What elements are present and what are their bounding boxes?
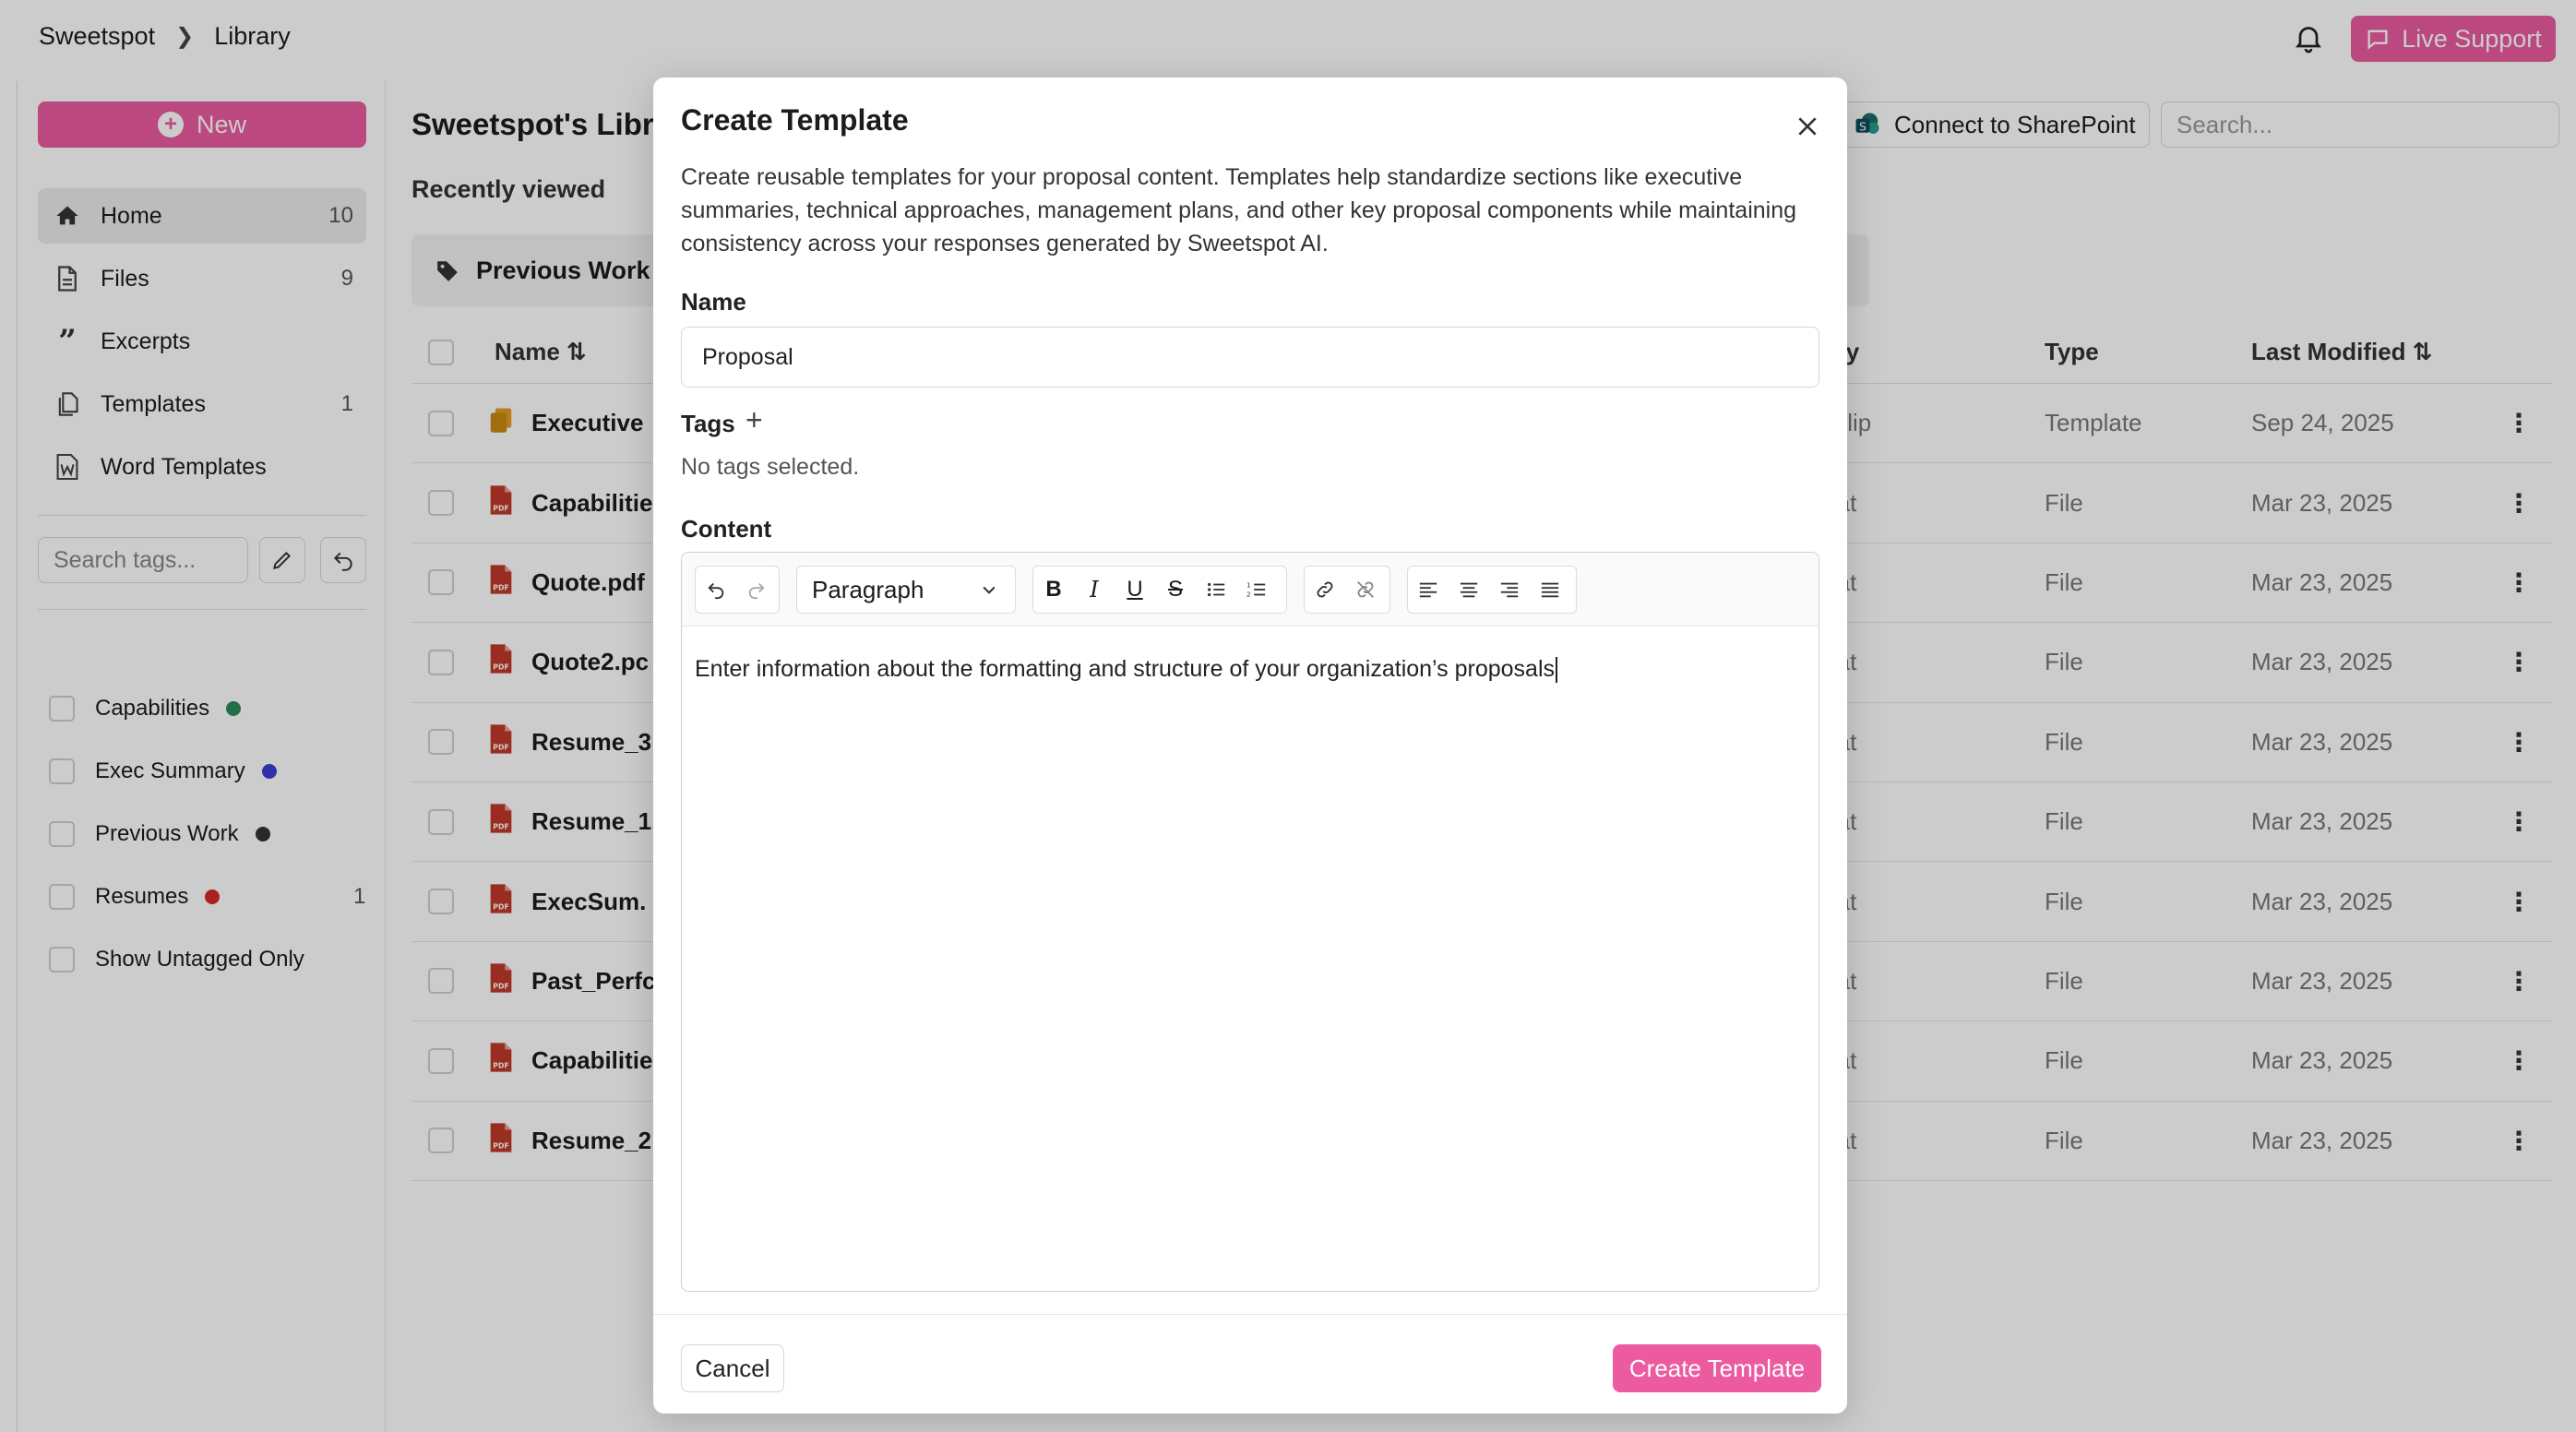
unlink-icon[interactable] xyxy=(1345,567,1386,612)
create-template-dialog: Create Template Create reusable template… xyxy=(653,78,1847,1414)
italic-icon[interactable]: I xyxy=(1074,567,1115,612)
editor-toolbar: Paragraph B I U S 12 xyxy=(682,553,1819,626)
link-group xyxy=(1304,566,1390,614)
create-template-button[interactable]: Create Template xyxy=(1613,1344,1821,1392)
align-left-icon[interactable] xyxy=(1408,567,1449,612)
numbered-list-icon[interactable]: 12 xyxy=(1236,567,1277,612)
underline-icon[interactable]: U xyxy=(1115,567,1155,612)
editor-content-text: Enter information about the formatting a… xyxy=(695,656,1556,682)
history-group xyxy=(695,566,780,614)
name-field[interactable] xyxy=(681,327,1819,388)
text-caret xyxy=(1556,657,1558,684)
cancel-button[interactable]: Cancel xyxy=(681,1344,784,1392)
add-tag-icon[interactable]: + xyxy=(745,405,763,435)
strikethrough-icon[interactable]: S xyxy=(1155,567,1196,612)
redo-icon[interactable] xyxy=(736,567,777,612)
bold-icon[interactable]: B xyxy=(1033,567,1074,612)
undo-icon[interactable] xyxy=(696,567,736,612)
dialog-description: Create reusable templates for your propo… xyxy=(681,164,1797,257)
svg-text:1: 1 xyxy=(1246,580,1251,589)
align-center-icon[interactable] xyxy=(1449,567,1489,612)
close-icon[interactable] xyxy=(1792,111,1823,142)
dialog-footer: Cancel Create Template xyxy=(653,1314,1847,1414)
dialog-title: Create Template xyxy=(681,103,909,137)
align-group xyxy=(1407,566,1577,614)
svg-text:2: 2 xyxy=(1246,590,1251,598)
name-label: Name xyxy=(681,288,746,316)
no-tags-text: No tags selected. xyxy=(681,454,860,480)
content-label: Content xyxy=(681,515,772,543)
link-icon[interactable] xyxy=(1305,567,1345,612)
chevron-down-icon xyxy=(983,586,996,594)
format-group: B I U S 12 xyxy=(1032,566,1287,614)
align-right-icon[interactable] xyxy=(1489,567,1530,612)
bullet-list-icon[interactable] xyxy=(1196,567,1236,612)
paragraph-select-value: Paragraph xyxy=(812,575,924,603)
rich-text-editor[interactable]: Paragraph B I U S 12 Enter information a… xyxy=(681,552,1819,1292)
tags-label: Tags xyxy=(681,410,735,437)
paragraph-select[interactable]: Paragraph xyxy=(796,566,1016,614)
editor-content[interactable]: Enter information about the formatting a… xyxy=(695,656,1558,684)
align-justify-icon[interactable] xyxy=(1530,567,1570,612)
